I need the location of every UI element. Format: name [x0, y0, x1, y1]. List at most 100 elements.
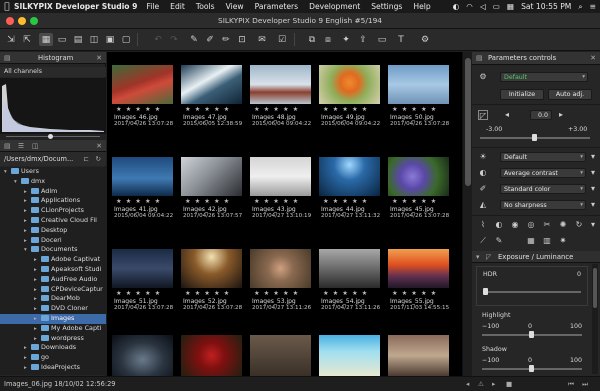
grid-scrollbar-thumb[interactable]	[465, 58, 471, 186]
menu-view[interactable]: View	[226, 2, 244, 11]
copy-params-icon[interactable]: ⧉	[305, 33, 319, 46]
folder-tree-item[interactable]: ▸ IdeaProjects	[0, 363, 106, 373]
hdr-slider[interactable]	[483, 291, 581, 293]
export-icon[interactable]: ⇪	[356, 33, 370, 46]
thumbnail-image[interactable]	[250, 249, 311, 288]
folder-tree-item[interactable]: ▾ dmx	[0, 177, 106, 187]
collapsed-triangle-icon[interactable]: ▸	[34, 335, 41, 344]
histogram-tool-icon[interactable]: ▥	[542, 236, 552, 246]
thumbnail-image[interactable]	[388, 335, 449, 376]
thumbnail-image[interactable]	[112, 65, 173, 104]
grid-view-icon[interactable]: ▦	[39, 33, 53, 46]
text-tool-icon[interactable]: T	[394, 33, 408, 46]
redo-icon[interactable]: ↷	[167, 33, 181, 46]
menu-file[interactable]: File	[146, 2, 159, 11]
collapsed-triangle-icon[interactable]: ▸	[24, 207, 31, 216]
thumbnail-cell[interactable]: ★ ★ ★ ★ ★ Images_44.jpg 2017/04/27 13:11:3…	[317, 144, 382, 219]
expanded-triangle-icon[interactable]: ▾	[4, 168, 11, 177]
status-play-icon[interactable]: ▸	[492, 377, 495, 391]
rating-stars[interactable]: ★ ★ ★ ★ ★	[185, 290, 230, 297]
tag-tab-icon[interactable]: ◫	[32, 140, 38, 152]
thumbnail-cell[interactable]: ★ ★ ★ ★ ★ Images_46.jpg 2017/04/26 13:07:2…	[110, 52, 175, 127]
thumbnail-cell[interactable]: ★ ★ ★ ★ ★ Images_51.jpg 2017/04/26 13:07:2…	[110, 236, 175, 311]
rating-stars[interactable]: ★ ★ ★ ★ ★	[392, 106, 437, 113]
thumbnail-image[interactable]	[388, 249, 449, 288]
thumbnail-cell[interactable]: ★ ★ ★ ★ ★ Images_49.jpg 2015/06/04 09:04:2…	[317, 52, 382, 127]
status-stop-icon[interactable]: ■	[506, 377, 512, 391]
preset-select[interactable]: Default ▾	[500, 72, 588, 82]
rating-stars[interactable]: ★ ★ ★ ★ ★	[392, 198, 437, 205]
expanded-triangle-icon[interactable]: ▾	[24, 246, 31, 255]
layer-icon[interactable]: ▦	[526, 236, 536, 246]
rating-stars[interactable]: ★ ★ ★ ★ ★	[185, 106, 230, 113]
thumbnail-cell[interactable]: ★ ★ ★ ★ ★ Images_50.jpg 2017/04/26 13:07:2…	[386, 52, 451, 127]
develop-batch-icon[interactable]: ✦	[339, 33, 353, 46]
eraser-icon[interactable]: ✐	[203, 33, 217, 46]
thumbnail-cell[interactable]: ★ ★ ★ ★ ★ Images_41.jpg 2015/06/04 09:04:2…	[110, 144, 175, 219]
histogram-menu-icon[interactable]: ▤	[4, 52, 10, 64]
zoom-window-button[interactable]	[30, 17, 38, 25]
contrast-icon[interactable]: ◐	[478, 168, 488, 178]
menu-tools[interactable]: Tools	[196, 2, 215, 11]
check-icon[interactable]: ☑	[275, 33, 289, 46]
folder-path-bar[interactable]: /Users/dmx/Docum... ⊏ ↻	[0, 152, 106, 166]
thumbnail-image[interactable]	[181, 65, 242, 104]
rating-stars[interactable]: ★ ★ ★ ★ ★	[254, 198, 299, 205]
parameters-scrollbar[interactable]	[592, 264, 598, 374]
menu-edit[interactable]: Edit	[170, 2, 185, 11]
develop-icon[interactable]: ⇱	[20, 33, 34, 46]
collapsed-triangle-icon[interactable]: ▸	[24, 354, 31, 363]
thumbnail-cell[interactable]: ★ ★ ★ ★ ★ Images_52.jpg 2017/04/26 13:07:2…	[179, 236, 244, 311]
folder-tree-item[interactable]: ▸ Doceri	[0, 236, 106, 246]
thumbnail-cell[interactable]: ★ ★ ★ ★ ★ Images_45.jpg 2017/04/26 13:07:2…	[386, 144, 451, 219]
search-icon[interactable]: ⌕	[578, 2, 582, 12]
gear-icon[interactable]: ⚙	[478, 72, 488, 82]
status-first-icon[interactable]: ⏮	[568, 377, 574, 391]
shadow-slider-knob[interactable]	[529, 365, 534, 372]
thumbnail-cell[interactable]: ★ ★ ★ ★ ★ Images_42.jpg 2017/04/26 13:07:5…	[179, 144, 244, 219]
highlight-tool-icon[interactable]: ◐	[494, 220, 504, 230]
collapsed-triangle-icon[interactable]: ▸	[34, 256, 41, 265]
thumbnail-image[interactable]	[319, 65, 380, 104]
folder-tree-item[interactable]: ▸ CPDeviceCaptur	[0, 285, 106, 295]
white-balance-icon[interactable]: ☀	[478, 152, 488, 162]
folder-tree-item[interactable]: ▸ Adlm	[0, 187, 106, 197]
folder-tree-item[interactable]: ▸ DVD Cloner	[0, 304, 106, 314]
menu-help[interactable]: Help	[413, 2, 430, 11]
refresh-icon[interactable]: ↻	[95, 152, 101, 166]
exposure-icon[interactable]: ◸	[478, 110, 488, 120]
white-balance-select[interactable]: Default ▾	[500, 152, 586, 162]
menu-settings[interactable]: Settings	[371, 2, 402, 11]
collapsed-triangle-icon[interactable]: ▸	[24, 188, 31, 197]
pencil-icon[interactable]: ✎	[187, 33, 201, 46]
folder-panel-close-icon[interactable]: ✕	[96, 140, 102, 152]
rating-stars[interactable]: ★ ★ ★ ★ ★	[323, 106, 368, 113]
collapsed-triangle-icon[interactable]: ▸	[24, 237, 31, 246]
folder-tree-item[interactable]: ▸ Desktop	[0, 226, 106, 236]
hdr-slider-knob[interactable]	[483, 288, 488, 295]
collapsed-triangle-icon[interactable]: ▸	[34, 295, 41, 304]
color-select[interactable]: Standard color ▾	[500, 184, 586, 194]
section-collapse-icon[interactable]: ▾	[476, 251, 479, 263]
folder-up-icon[interactable]: ⊏	[83, 152, 89, 166]
thumbnail-image[interactable]	[112, 335, 173, 376]
thumbnail-cell[interactable]: ★ ★ ★ ★ ★ Images_53.jpg 2017/04/27 13:11:2…	[248, 236, 313, 311]
thumbnail-image[interactable]	[112, 157, 173, 196]
thumbnail-image[interactable]	[112, 249, 173, 288]
status-prev-icon[interactable]: ◂	[466, 377, 469, 391]
thumbnail-image[interactable]	[250, 335, 311, 376]
thumbnail-image[interactable]	[388, 65, 449, 104]
flag-icon[interactable]: ▦	[507, 2, 514, 11]
rating-stars[interactable]: ★ ★ ★ ★ ★	[323, 198, 368, 205]
dropper-icon[interactable]: ⟋	[478, 236, 488, 246]
rating-stars[interactable]: ★ ★ ★ ★ ★	[254, 290, 299, 297]
collapsed-triangle-icon[interactable]: ▸	[24, 364, 31, 373]
app-menu[interactable]: SILKYPIX Developer Studio 9	[14, 2, 137, 11]
thumbnail-image[interactable]	[181, 249, 242, 288]
thumbnail-cell[interactable]	[248, 328, 313, 376]
exposure-value-field[interactable]: 0.0	[530, 110, 552, 120]
highlight-slider-knob[interactable]	[529, 331, 534, 338]
folder-tree-item[interactable]: ▸ Apeaksoft Studi	[0, 265, 106, 275]
thumbnail-cell[interactable]: ★ ★ ★ ★ ★ Images_47.jpg 2015/06/05 12:38:5…	[179, 52, 244, 127]
fine-color-icon[interactable]: ✺	[558, 220, 568, 230]
